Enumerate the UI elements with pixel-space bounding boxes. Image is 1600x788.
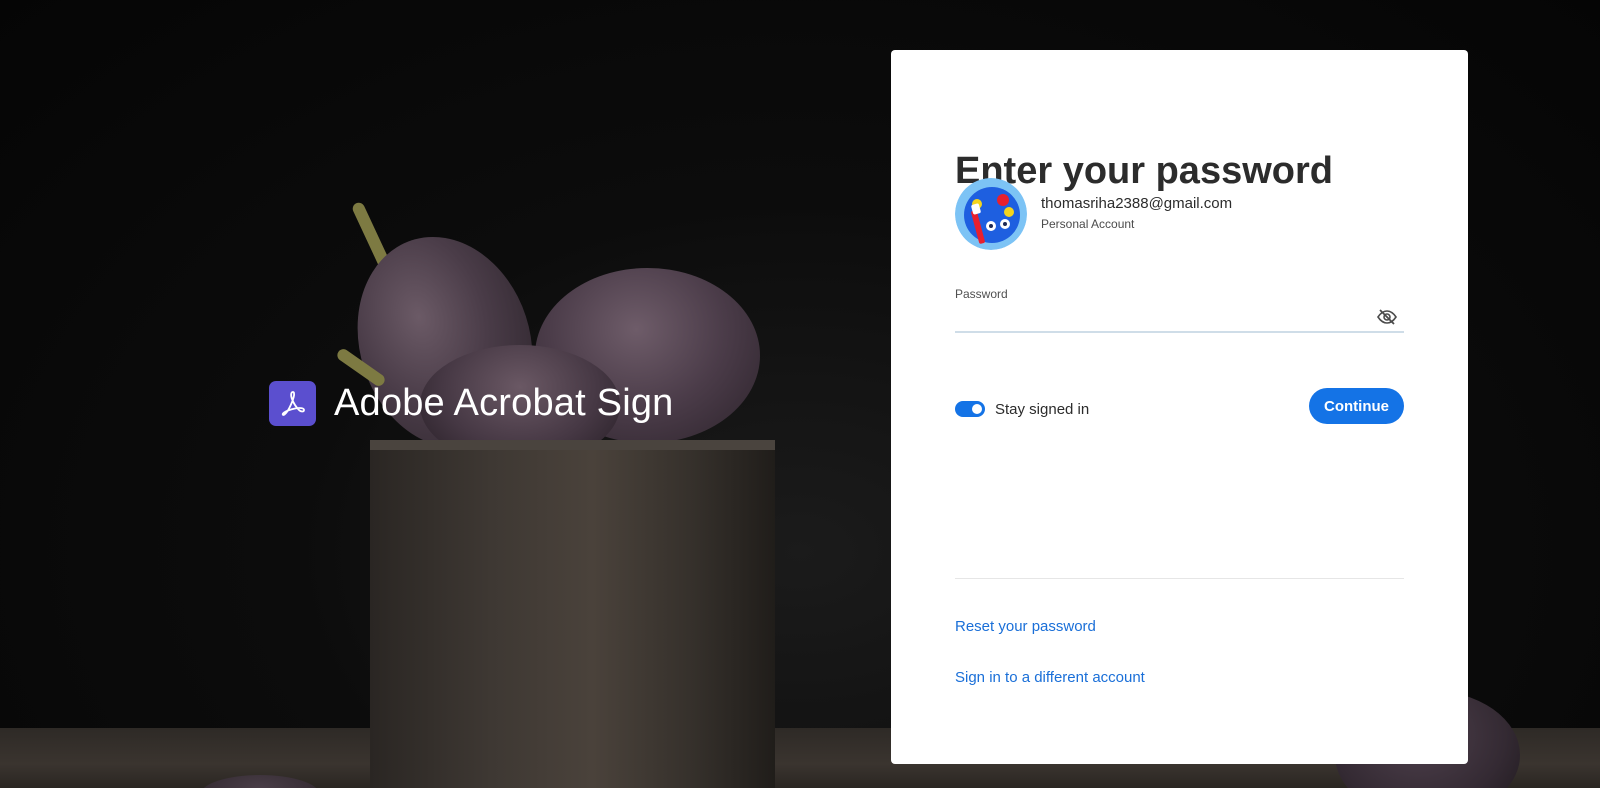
different-account-link[interactable]: Sign in to a different account [955, 669, 1145, 686]
account-type: Personal Account [1041, 217, 1135, 231]
divider [955, 578, 1404, 579]
password-field [955, 303, 1404, 333]
stay-signed-in: Stay signed in [955, 397, 1089, 421]
account-email: thomasriha2388@gmail.com [1041, 195, 1233, 212]
avatar [955, 178, 1027, 250]
stay-signed-in-toggle[interactable] [955, 401, 985, 417]
password-input[interactable] [955, 303, 1365, 331]
account-details: thomasriha2388@gmail.com Personal Accoun… [1041, 194, 1232, 234]
reset-password-link[interactable]: Reset your password [955, 618, 1096, 635]
pot-decoration [370, 440, 775, 788]
toggle-knob [972, 404, 982, 414]
sign-in-card: Enter your password thomasriha2388@gmail… [891, 50, 1468, 764]
password-label: Password [955, 287, 1008, 301]
brand-name: Adobe Acrobat Sign [334, 381, 674, 424]
continue-button[interactable]: Continue [1309, 388, 1404, 424]
eye-slash-icon[interactable] [1376, 306, 1398, 328]
acrobat-logo-icon [269, 380, 316, 426]
account-summary: thomasriha2388@gmail.com Personal Accoun… [955, 178, 1232, 250]
sign-in-page: Adobe Acrobat Sign Enter your password t… [0, 0, 1600, 788]
brand: Adobe Acrobat Sign [269, 380, 674, 426]
stay-signed-in-label: Stay signed in [995, 400, 1090, 418]
